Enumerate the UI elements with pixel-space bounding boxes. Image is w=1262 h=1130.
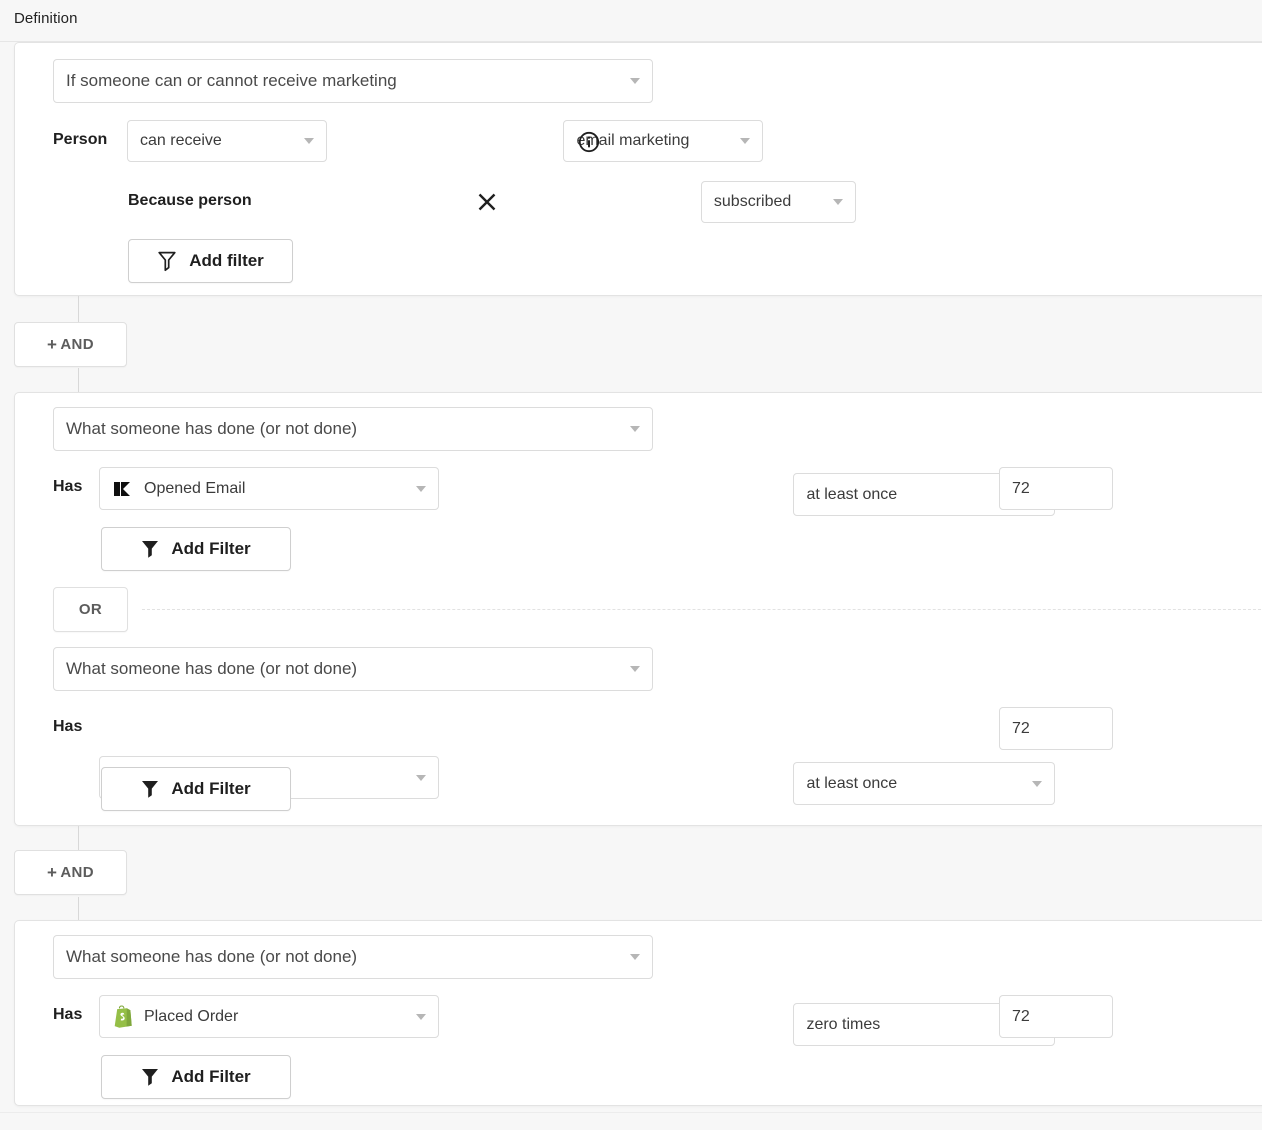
add-filter-label-1: Add filter <box>189 251 264 270</box>
group-2-type-select[interactable]: What someone has done (or not done) <box>53 407 653 451</box>
amount-input-2[interactable] <box>999 467 1113 510</box>
condition-group-2: What someone has done (or not done) Has … <box>14 392 1262 826</box>
add-filter-label-3: Add Filter <box>171 1067 251 1086</box>
add-filter-label-2: Add Filter <box>171 539 251 558</box>
chevron-down-icon <box>416 774 426 781</box>
chevron-down-icon <box>832 199 843 205</box>
chevron-down-icon <box>416 1013 426 1020</box>
plus-icon: + <box>46 863 58 882</box>
chevron-down-icon <box>416 485 426 492</box>
group-1-type-select[interactable]: If someone can or cannot receive marketi… <box>53 59 653 103</box>
filter-outline-icon <box>157 250 177 272</box>
condition-group-1: If someone can or cannot receive marketi… <box>14 42 1262 296</box>
add-filter-button-2b[interactable]: Add Filter <box>101 767 291 811</box>
group-1-type-select-label: If someone can or cannot receive marketi… <box>66 71 397 90</box>
close-icon[interactable] <box>475 190 499 214</box>
or-divider-line <box>142 609 1262 610</box>
frequency-value-3: zero times <box>806 1015 881 1033</box>
chevron-down-icon <box>630 78 640 84</box>
filter-solid-icon <box>141 1067 159 1087</box>
add-filter-label-2b: Add Filter <box>171 779 251 798</box>
group-2b-type-select[interactable]: What someone has done (or not done) <box>53 647 653 691</box>
metric-select-opened-email[interactable]: Opened Email <box>99 467 439 510</box>
has-label-2b: Has <box>53 718 83 735</box>
add-and-button-1[interactable]: + AND <box>14 322 127 367</box>
connector-line-bottom-2 <box>78 897 79 921</box>
filter-solid-icon <box>141 779 159 799</box>
and-label-2: AND <box>60 864 95 881</box>
because-person-label: Because person <box>128 192 252 209</box>
connector-line-bottom-1 <box>78 368 79 394</box>
page-title: Definition <box>14 10 78 27</box>
condition-group-3: What someone has done (or not done) Has … <box>14 920 1262 1106</box>
group-2b-type-select-label: What someone has done (or not done) <box>66 659 358 678</box>
add-filter-button-1[interactable]: Add filter <box>128 239 293 283</box>
chevron-down-icon <box>304 138 314 144</box>
plus-icon: + <box>46 335 58 354</box>
chevron-down-icon <box>1032 780 1043 787</box>
consent-state-value: can receive <box>140 132 222 149</box>
group-2-type-select-label: What someone has done (or not done) <box>66 419 358 438</box>
add-filter-button-2[interactable]: Add Filter <box>101 527 291 571</box>
footer-strip <box>0 1113 1262 1130</box>
and-label-1: AND <box>60 336 95 353</box>
chevron-down-icon <box>740 138 751 144</box>
frequency-value-2: at least once <box>806 485 898 503</box>
metric-select-placed-order[interactable]: Placed Order <box>99 995 439 1038</box>
group-3-type-select[interactable]: What someone has done (or not done) <box>53 935 653 979</box>
chevron-down-icon <box>630 666 640 672</box>
klaviyo-flag-icon <box>112 479 134 499</box>
definition-builder-page: Definition If someone can or cannot rece… <box>0 0 1262 1130</box>
amount-input-2b[interactable] <box>999 707 1113 750</box>
metric-value-placed-order: Placed Order <box>144 1007 239 1025</box>
group-3-type-select-label: What someone has done (or not done) <box>66 947 358 966</box>
info-icon[interactable] <box>578 131 600 153</box>
or-toggle-button[interactable]: OR <box>53 587 128 632</box>
shopify-bag-icon <box>112 1004 134 1029</box>
frequency-select-2b[interactable]: at least once <box>793 762 1056 805</box>
or-label: OR <box>78 601 103 618</box>
person-label: Person <box>53 131 108 148</box>
consent-reason-value: subscribed <box>713 193 792 210</box>
amount-input-3[interactable] <box>999 995 1113 1038</box>
add-and-button-2[interactable]: + AND <box>14 850 127 895</box>
has-label-2: Has <box>53 478 83 495</box>
chevron-down-icon <box>630 954 640 960</box>
has-label-3: Has <box>53 1006 83 1023</box>
frequency-value-2b: at least once <box>806 774 898 792</box>
consent-reason-select[interactable]: subscribed <box>700 181 856 223</box>
chevron-down-icon <box>630 426 640 432</box>
add-filter-button-3[interactable]: Add Filter <box>101 1055 291 1099</box>
consent-state-select[interactable]: can receive <box>127 120 327 162</box>
metric-value-opened-email: Opened Email <box>144 479 246 497</box>
filter-solid-icon <box>141 539 159 559</box>
